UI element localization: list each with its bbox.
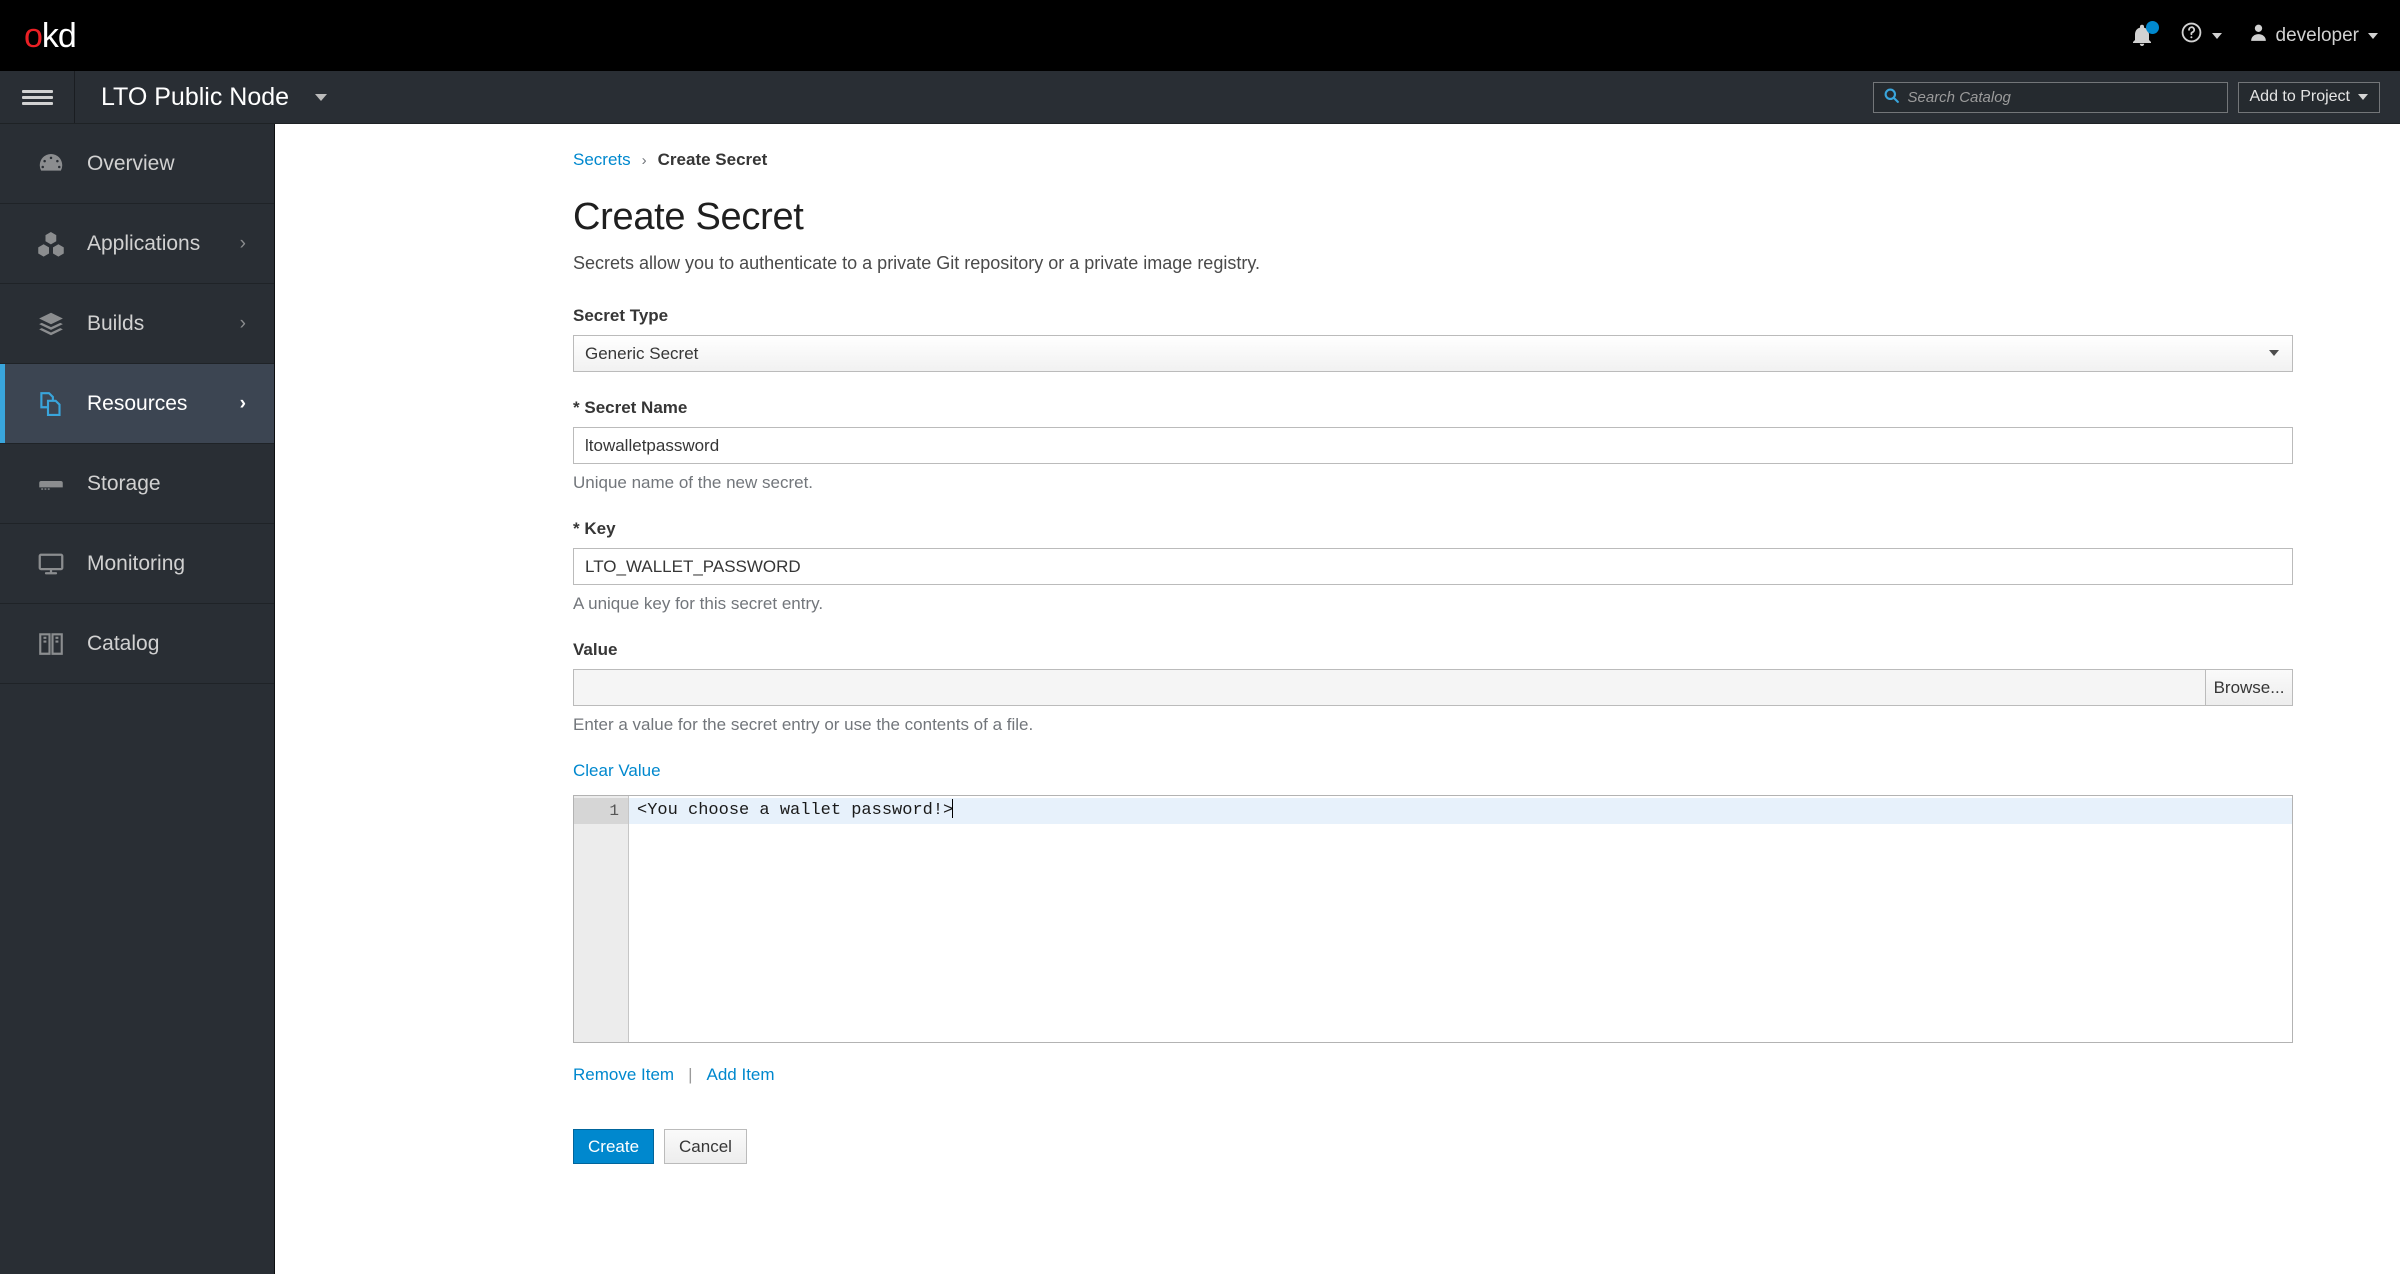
- sidebar-item-label: Storage: [87, 471, 161, 495]
- project-selector[interactable]: LTO Public Node: [75, 71, 353, 123]
- bell-icon: [2130, 20, 2159, 48]
- secret-name-group: * Secret Name Unique name of the new sec…: [573, 398, 2400, 493]
- layers-icon: [36, 309, 66, 339]
- copy-icon: [36, 389, 66, 419]
- sidebar-item-monitoring[interactable]: Monitoring: [0, 524, 274, 604]
- main-content: Secrets › Create Secret Create Secret Se…: [275, 124, 2400, 1274]
- breadcrumb: Secrets › Create Secret: [573, 150, 2400, 170]
- okd-logo[interactable]: okd: [24, 16, 77, 55]
- key-help: A unique key for this secret entry.: [573, 594, 824, 613]
- hamburger-icon[interactable]: [0, 71, 75, 123]
- chevron-down-icon: [315, 93, 328, 101]
- secret-name-label-text: Secret Name: [584, 398, 688, 417]
- secret-type-label: Secret Type: [573, 306, 669, 325]
- sidebar-item-builds[interactable]: Builds ›: [0, 284, 274, 364]
- sidebar-item-overview[interactable]: Overview: [0, 124, 274, 204]
- secondary-navbar: LTO Public Node Add to Project: [0, 71, 2400, 124]
- cancel-button[interactable]: Cancel: [664, 1129, 747, 1164]
- editor-code-line[interactable]: <You choose a wallet password!>: [629, 798, 2292, 824]
- breadcrumb-current: Create Secret: [657, 150, 768, 169]
- text-cursor: [952, 799, 954, 818]
- user-menu-button[interactable]: developer: [2248, 22, 2378, 49]
- page-body: Overview Applications › Builds › Resourc…: [0, 124, 2400, 1274]
- secret-name-label: * Secret Name: [573, 398, 2400, 418]
- key-input[interactable]: [573, 548, 2293, 585]
- sidebar-item-applications[interactable]: Applications ›: [0, 204, 274, 284]
- dashboard-icon: [36, 149, 66, 179]
- chevron-right-icon: ›: [239, 393, 246, 414]
- sidebar-item-label: Builds: [87, 311, 145, 335]
- cubes-icon: [36, 229, 66, 259]
- value-code-editor[interactable]: 1 <You choose a wallet password!>: [573, 795, 2293, 1043]
- sidebar-item-label: Resources: [87, 391, 188, 415]
- storage-icon: [36, 469, 66, 499]
- breadcrumb-link-secrets[interactable]: Secrets: [573, 150, 631, 170]
- chevron-right-icon: ›: [239, 313, 246, 334]
- secret-name-help: Unique name of the new secret.: [573, 473, 814, 492]
- sidebar-item-catalog[interactable]: Catalog: [0, 604, 274, 684]
- chevron-down-icon: [2368, 32, 2378, 39]
- key-label-text: Key: [584, 519, 616, 538]
- monitor-icon: [36, 549, 66, 579]
- create-button[interactable]: Create: [573, 1129, 655, 1164]
- secret-type-group: Secret Type Generic Secret: [573, 306, 2400, 372]
- notification-badge: [2145, 20, 2159, 34]
- secret-type-select[interactable]: Generic Secret: [573, 335, 2293, 372]
- help-circle-icon: [2180, 21, 2203, 50]
- browse-button[interactable]: Browse...: [2205, 669, 2293, 706]
- remove-item-link[interactable]: Remove Item: [573, 1065, 674, 1085]
- value-help: Enter a value for the secret entry or us…: [573, 715, 1034, 734]
- search-icon: [1883, 87, 1900, 108]
- form-actions: Create Cancel: [573, 1129, 2400, 1164]
- sidebar-item-label: Monitoring: [87, 551, 186, 575]
- clear-value-link[interactable]: Clear Value: [573, 761, 661, 780]
- sidebar-item-resources[interactable]: Resources ›: [0, 364, 274, 444]
- user-icon: [2248, 22, 2269, 49]
- editor-gutter: 1: [574, 796, 629, 1042]
- breadcrumb-separator-icon: ›: [641, 151, 647, 169]
- key-group: * Key A unique key for this secret entry…: [573, 519, 2400, 614]
- key-label: * Key: [573, 519, 2400, 539]
- editor-line-number: 1: [574, 798, 628, 824]
- secret-name-input[interactable]: [573, 427, 2293, 464]
- page-title: Create Secret: [573, 196, 804, 238]
- required-marker: *: [573, 519, 580, 538]
- masthead: okd developer: [0, 0, 2400, 71]
- value-input-row: Browse...: [573, 669, 2293, 706]
- logo-kd-letters: kd: [41, 16, 77, 55]
- required-marker: *: [573, 398, 580, 417]
- value-input[interactable]: [573, 669, 2205, 706]
- chevron-down-icon: [2358, 94, 2368, 100]
- sidebar-item-label: Overview: [87, 151, 175, 175]
- sidebar-nav: Overview Applications › Builds › Resourc…: [0, 124, 275, 1274]
- sidebar-item-storage[interactable]: Storage: [0, 444, 274, 524]
- project-name-label: LTO Public Node: [101, 82, 290, 111]
- add-to-project-label: Add to Project: [2249, 88, 2351, 105]
- item-action-links: Remove Item | Add Item: [573, 1065, 2400, 1085]
- add-item-link[interactable]: Add Item: [707, 1065, 775, 1085]
- username-label: developer: [2275, 24, 2359, 46]
- add-to-project-button[interactable]: Add to Project: [2237, 81, 2380, 113]
- value-label: Value: [573, 640, 618, 659]
- link-separator: |: [688, 1065, 693, 1084]
- editor-code-area[interactable]: <You choose a wallet password!>: [629, 796, 2292, 1042]
- sidebar-item-label: Catalog: [87, 631, 160, 655]
- sidebar-item-label: Applications: [87, 231, 201, 255]
- masthead-actions: developer: [2130, 0, 2378, 71]
- notifications-button[interactable]: [2130, 20, 2159, 48]
- help-menu-button[interactable]: [2180, 21, 2222, 50]
- book-icon: [36, 629, 66, 659]
- search-input[interactable]: [1907, 88, 2218, 106]
- logo-o-letter: o: [24, 16, 43, 55]
- value-group: Value Browse... Enter a value for the se…: [573, 640, 2400, 735]
- topbar-actions: Add to Project: [1872, 71, 2380, 123]
- chevron-down-icon: [2211, 32, 2222, 39]
- search-catalog-box[interactable]: [1872, 81, 2228, 113]
- secret-type-select-wrapper: Generic Secret: [573, 335, 2293, 372]
- page-description: Secrets allow you to authenticate to a p…: [573, 253, 1260, 273]
- editor-code-text: <You choose a wallet password!>: [637, 801, 954, 820]
- chevron-right-icon: ›: [239, 233, 246, 254]
